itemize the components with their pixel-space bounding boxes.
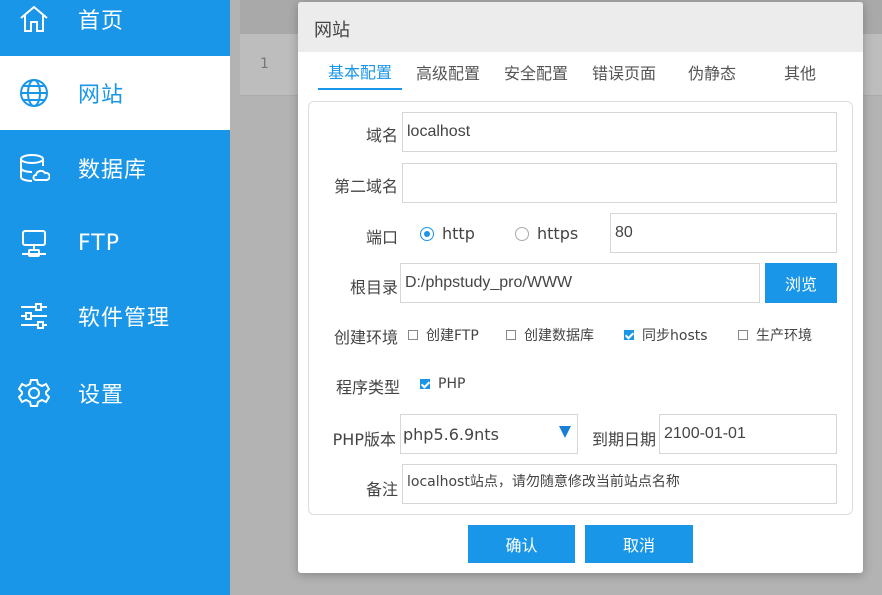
checkbox-box [408, 330, 418, 340]
port-label: 端口 [365, 228, 398, 247]
php-version-select[interactable]: php5.6.9nts [400, 414, 578, 454]
production-env-checkbox[interactable]: 生产环境 [738, 325, 812, 345]
dropdown-arrow-icon [559, 426, 571, 438]
checkbox-label: 同步hosts [642, 328, 708, 344]
browse-button[interactable]: 浏览 [765, 263, 837, 303]
http-radio-label: http [442, 224, 475, 243]
globe-icon [18, 77, 50, 109]
checkbox-box [506, 330, 516, 340]
sidebar-item-label: 设置 [78, 383, 125, 408]
php-version-label: PHP版本 [332, 430, 396, 449]
sidebar-item-website[interactable]: 网站 [0, 56, 230, 130]
row-number: 1 [260, 56, 269, 72]
sidebar-item-label: 首页 [78, 9, 125, 34]
note-input[interactable]: localhost站点，请勿随意修改当前站点名称 [402, 464, 837, 504]
radio-dot [420, 226, 434, 241]
dialog-header: 网站 [298, 2, 863, 52]
sidebar-item-database[interactable]: 数据库 [0, 131, 230, 205]
sidebar-item-software[interactable]: 软件管理 [0, 279, 230, 353]
sliders-icon [18, 300, 50, 332]
expire-date-label: 到期日期 [591, 430, 656, 449]
tab-security-config[interactable]: 安全配置 [494, 54, 578, 90]
sidebar-item-home[interactable]: 首页 [0, 0, 230, 56]
dialog-title: 网站 [314, 20, 350, 41]
checkbox-box [420, 379, 430, 389]
sidebar-item-ftp[interactable]: FTP [0, 206, 230, 280]
env-label: 创建环境 [333, 328, 398, 347]
https-radio-label: https [537, 224, 579, 243]
php-checkbox[interactable]: PHP [420, 376, 465, 392]
port-input[interactable] [610, 213, 837, 253]
home-icon [18, 3, 50, 35]
checkbox-label: 创建数据库 [524, 328, 594, 344]
https-radio[interactable]: https [515, 224, 578, 243]
program-type-label: 程序类型 [335, 378, 400, 397]
gear-icon [18, 377, 50, 409]
second-domain-label: 第二域名 [333, 177, 398, 196]
tab-other[interactable]: 其他 [758, 54, 842, 90]
tab-error-pages[interactable]: 错误页面 [582, 54, 666, 90]
confirm-button[interactable]: 确认 [468, 525, 575, 563]
tab-advanced-config[interactable]: 高级配置 [406, 54, 490, 90]
website-dialog: 网站 基本配置 高级配置 安全配置 错误页面 伪静态 其他 域名 第二域名 端口… [298, 2, 863, 573]
checkbox-label: PHP [438, 376, 466, 392]
domain-label: 域名 [365, 126, 398, 145]
root-dir-label: 根目录 [349, 278, 398, 297]
tab-basic-config[interactable]: 基本配置 [318, 54, 402, 90]
http-radio[interactable]: http [420, 224, 475, 243]
ftp-icon [18, 227, 50, 259]
php-version-value: php5.6.9nts [403, 424, 499, 444]
tab-bar: 基本配置 高级配置 安全配置 错误页面 伪静态 其他 [318, 54, 843, 92]
sidebar-item-label: 数据库 [78, 158, 148, 183]
radio-dot [515, 226, 529, 241]
checkbox-label: 生产环境 [756, 328, 812, 344]
expire-date-input[interactable] [659, 414, 837, 454]
sidebar-item-label: 软件管理 [78, 306, 171, 331]
sidebar-item-label: 网站 [78, 83, 125, 108]
domain-input[interactable] [402, 112, 837, 152]
tab-rewrite[interactable]: 伪静态 [670, 54, 754, 90]
note-label: 备注 [365, 480, 398, 499]
create-database-checkbox[interactable]: 创建数据库 [506, 325, 594, 345]
checkbox-box [624, 330, 634, 340]
sidebar: 首页 网站 数据库 FTP 软件管理 设置 [0, 0, 230, 595]
second-domain-input[interactable] [402, 163, 837, 203]
sidebar-item-label: FTP [78, 230, 120, 256]
checkbox-box [738, 330, 748, 340]
checkbox-label: 创建FTP [426, 328, 479, 344]
cancel-button[interactable]: 取消 [585, 525, 693, 563]
root-dir-input[interactable] [400, 263, 760, 303]
create-ftp-checkbox[interactable]: 创建FTP [408, 325, 479, 345]
database-icon [18, 152, 50, 184]
sync-hosts-checkbox[interactable]: 同步hosts [624, 325, 708, 345]
sidebar-item-settings[interactable]: 设置 [0, 356, 230, 430]
